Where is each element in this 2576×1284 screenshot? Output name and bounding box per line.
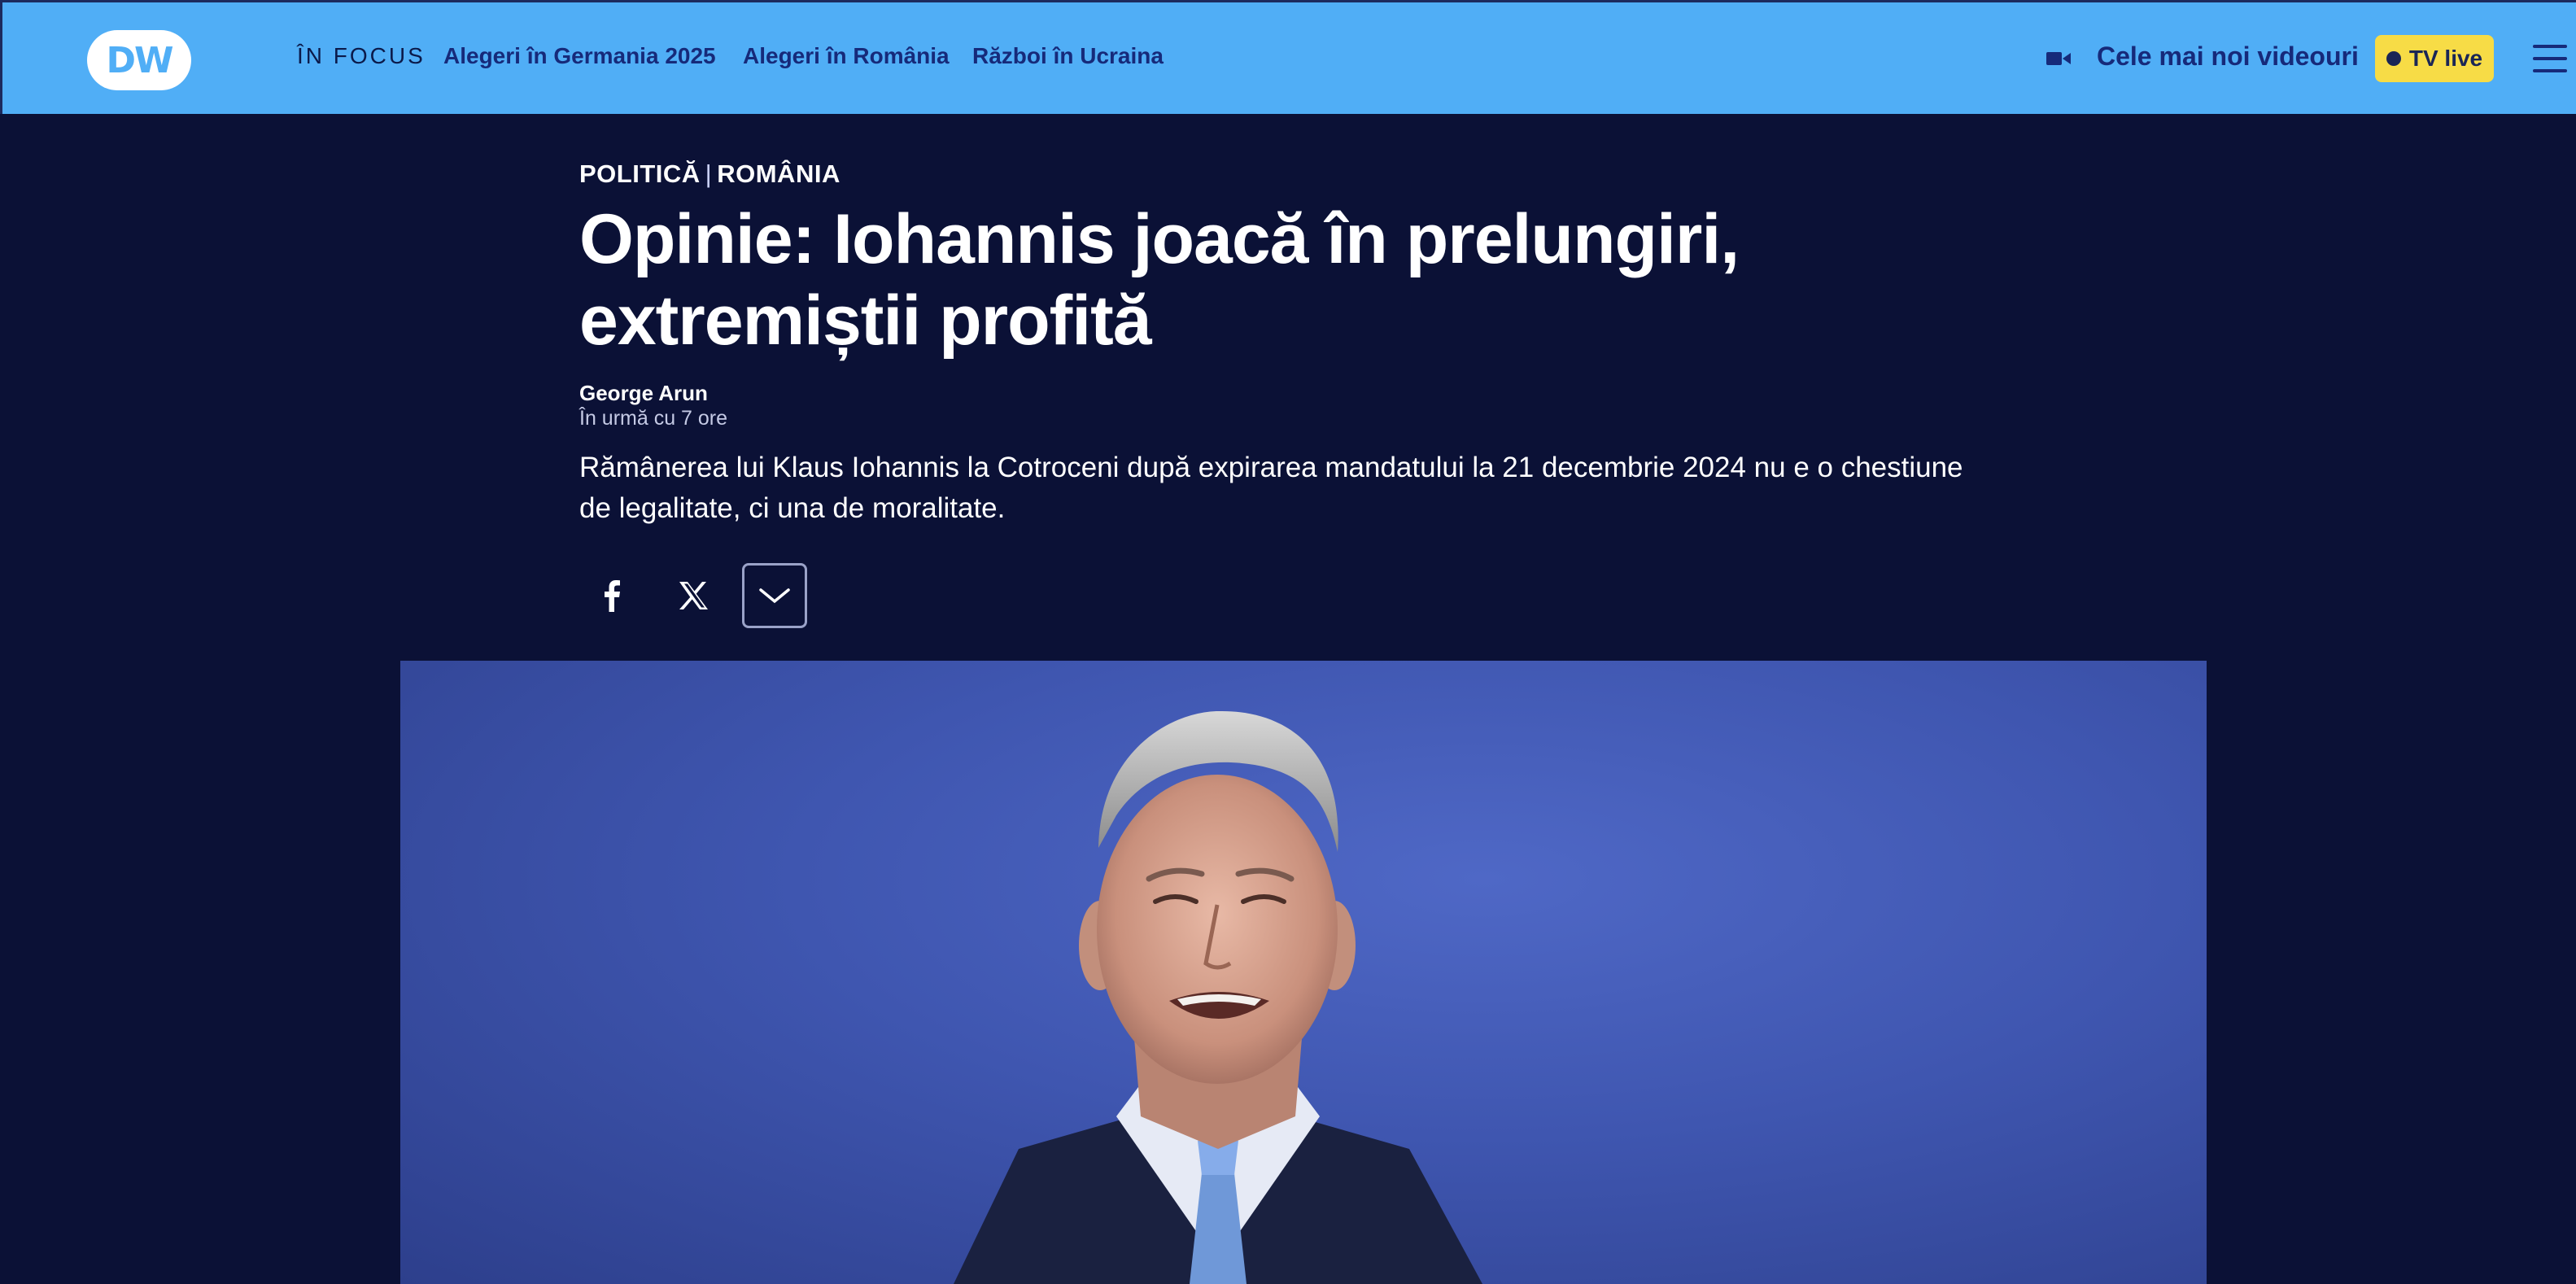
site-header: DW ÎN FOCUS Alegeri în Germania 2025 Ale… — [0, 0, 2576, 114]
article-hero-photo — [400, 661, 2207, 1284]
hamburger-menu-icon[interactable] — [2533, 45, 2567, 74]
article-lead: Rămânerea lui Klaus Iohannis la Cotrocen… — [579, 452, 1963, 524]
topic-link-romania-elections[interactable]: Alegeri în România — [743, 43, 950, 69]
facebook-share-button[interactable] — [579, 563, 644, 628]
kicker-separator: | — [705, 159, 713, 188]
live-dot-icon — [2386, 51, 2401, 66]
chevron-down-icon — [759, 588, 790, 604]
region-link[interactable]: ROMÂNIA — [717, 159, 840, 188]
video-camera-icon[interactable] — [2046, 50, 2071, 68]
x-icon — [679, 582, 708, 609]
article-timestamp: În urmă cu 7 ore — [579, 407, 728, 430]
x-share-button[interactable] — [661, 563, 726, 628]
topic-link-ukraine-war[interactable]: Război în Ucraina — [972, 43, 1164, 69]
tv-live-button[interactable]: TV live — [2375, 35, 2494, 82]
topic-link-germany-elections[interactable]: Alegeri în Germania 2025 — [443, 43, 716, 69]
article-author[interactable]: George Arun — [579, 381, 708, 406]
tv-live-label: TV live — [2408, 46, 2483, 71]
page: DW ÎN FOCUS Alegeri în Germania 2025 Ale… — [0, 0, 2576, 1284]
more-share-options-button[interactable] — [742, 563, 807, 628]
logo-text: DW — [106, 39, 173, 81]
in-focus-label: ÎN FOCUS — [297, 43, 426, 68]
facebook-icon — [605, 580, 620, 612]
dw-logo[interactable]: DW — [87, 30, 191, 90]
article-title: Opinie: Iohannis joacă în prelungiri, ex… — [579, 200, 1740, 360]
article-kicker: POLITICĂ | ROMÂNIA — [579, 159, 840, 189]
category-link[interactable]: POLITICĂ — [579, 159, 701, 188]
latest-videos-link[interactable]: Cele mai noi videouri — [2097, 41, 2359, 72]
